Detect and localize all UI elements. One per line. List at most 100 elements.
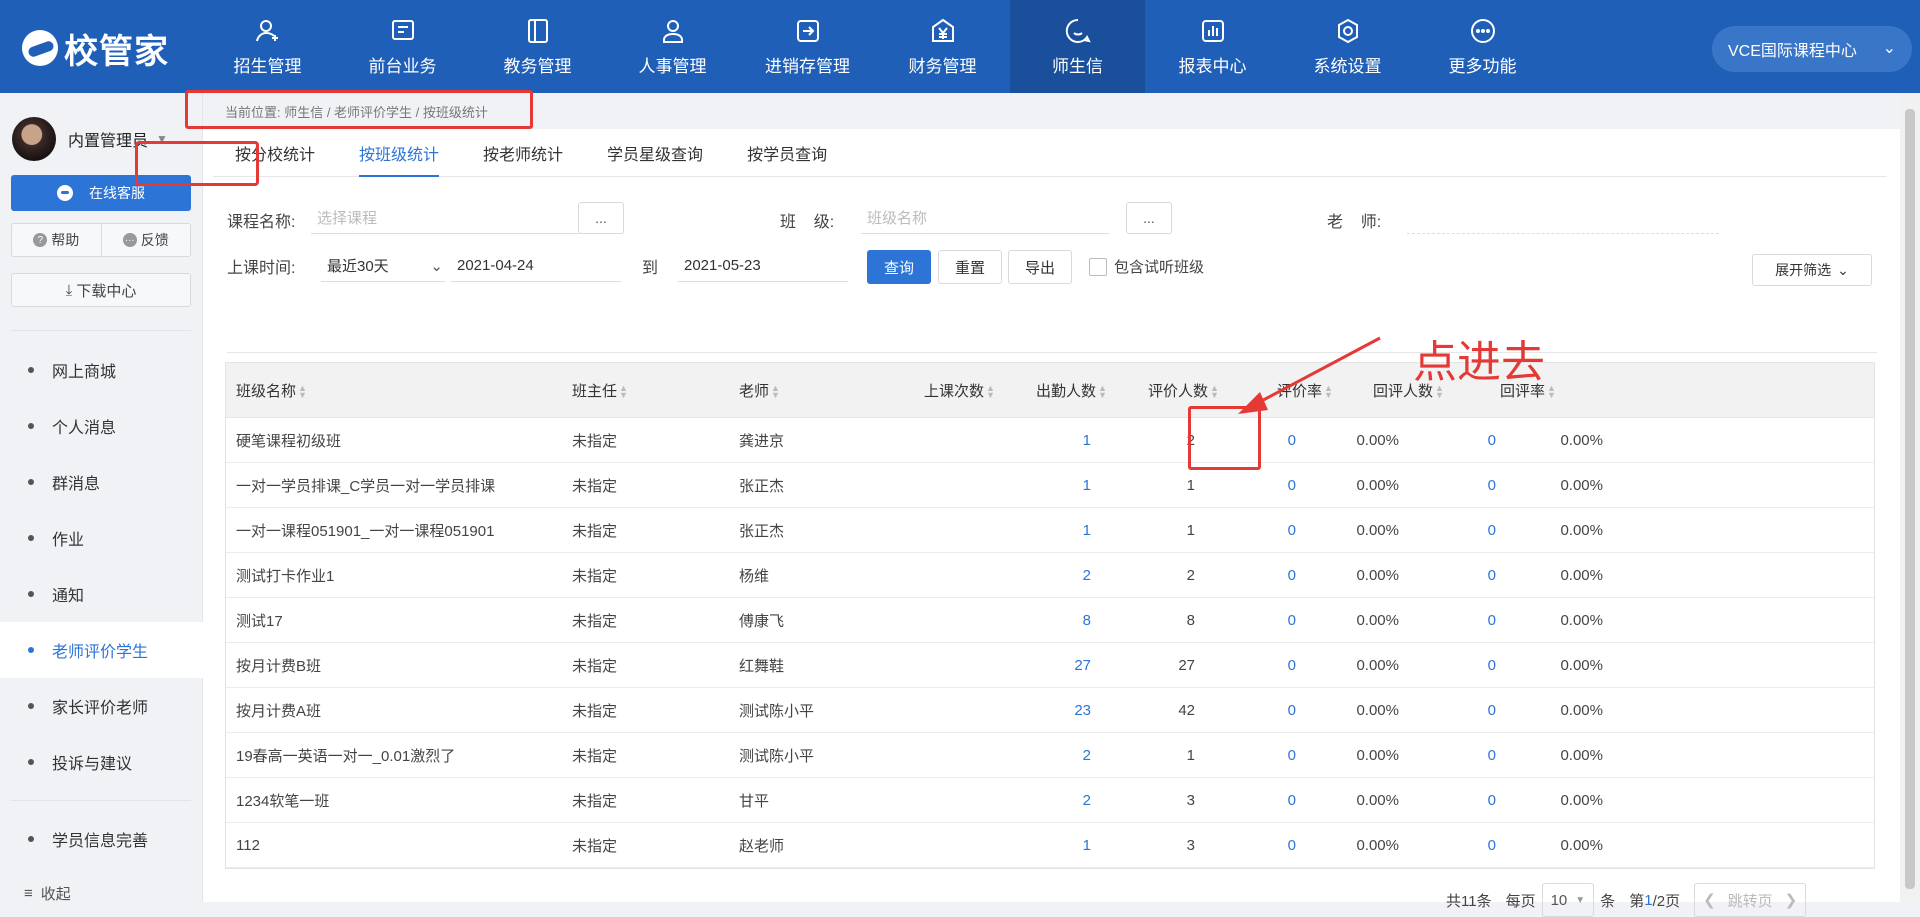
course-picker-button[interactable]: ...: [578, 202, 624, 234]
sidebar-item-student-info[interactable]: 学员信息完善: [0, 811, 203, 867]
nav-item-reports[interactable]: 报表中心: [1145, 0, 1280, 93]
app-logo[interactable]: 校管家: [22, 28, 169, 71]
header-class-name[interactable]: 班级名称 ▲ ▼: [236, 380, 307, 401]
expand-filter-button[interactable]: 展开筛选 ⌄: [1752, 254, 1872, 286]
cell-reply-count[interactable]: 0: [1436, 837, 1496, 854]
cell-reply-count[interactable]: 0: [1436, 567, 1496, 584]
teacher-input[interactable]: [1407, 202, 1719, 234]
sidebar-item-complaints[interactable]: 投诉与建议: [0, 734, 203, 790]
cell-lesson-count[interactable]: 1: [1031, 837, 1091, 854]
header-attendance[interactable]: 出勤人数 ▲ ▼: [1036, 380, 1107, 401]
cell-evaluation-rate: 0.00%: [1356, 521, 1399, 539]
cell-evaluated-count[interactable]: 0: [1236, 747, 1296, 764]
header-head-teacher[interactable]: 班主任 ▲ ▼: [572, 380, 628, 401]
help-button[interactable]: ? 帮助: [12, 224, 101, 256]
sidebar-item-mall[interactable]: 网上商城: [0, 342, 203, 398]
nav-item-more[interactable]: 更多功能: [1415, 0, 1550, 93]
cell-lesson-count[interactable]: 23: [1031, 702, 1091, 719]
nav-item-front-desk[interactable]: 前台业务: [335, 0, 470, 93]
jump-page-input[interactable]: 跳转页: [1728, 890, 1773, 911]
scrollbar-thumb[interactable]: [1905, 109, 1915, 889]
cell-attendance: 42: [1178, 701, 1195, 719]
time-range-select[interactable]: 最近30天 ⌄: [321, 250, 445, 282]
class-picker-button[interactable]: ...: [1126, 202, 1172, 234]
more-icon: [1468, 16, 1498, 46]
query-button[interactable]: 查询: [867, 250, 931, 284]
sidebar-item-group-messages[interactable]: 群消息: [0, 454, 203, 510]
sidebar-item-messages[interactable]: 个人消息: [0, 398, 203, 454]
cell-lesson-count[interactable]: 2: [1031, 792, 1091, 809]
table-row: 1234软笔一班 未指定 甘平 2 3 0 0.00% 0 0.00%: [226, 778, 1874, 823]
include-trial-checkbox[interactable]: [1089, 258, 1107, 276]
cell-evaluated-count[interactable]: 0: [1236, 837, 1296, 854]
cell-reply-count[interactable]: 0: [1436, 792, 1496, 809]
cell-lesson-count[interactable]: 1: [1031, 432, 1091, 449]
cell-evaluation-rate: 0.00%: [1356, 836, 1399, 854]
tab-by-class[interactable]: 按班级统计: [337, 129, 461, 177]
bullet-icon: [28, 703, 34, 709]
cell-reply-count[interactable]: 0: [1436, 432, 1496, 449]
settings-icon: [1333, 16, 1363, 46]
cell-reply-count[interactable]: 0: [1436, 477, 1496, 494]
feedback-button[interactable]: ··· 反馈: [100, 224, 191, 256]
cell-teacher: 甘平: [739, 792, 770, 810]
sidebar-item-homework[interactable]: 作业: [0, 510, 203, 566]
next-page-icon[interactable]: ❯: [1785, 891, 1798, 909]
header-lesson-count[interactable]: 上课次数 ▲ ▼: [924, 380, 995, 401]
book-icon: [523, 16, 553, 46]
download-center-button[interactable]: ⤓ 下载中心: [11, 273, 191, 307]
cell-evaluated-count[interactable]: 0: [1236, 612, 1296, 629]
cell-teacher: 红舞鞋: [739, 657, 785, 675]
cell-teacher: 张正杰: [739, 522, 785, 540]
cell-attendance: 1: [1186, 746, 1195, 764]
prev-page-icon[interactable]: ❮: [1703, 891, 1716, 909]
sidebar-item-parent-evaluate-teacher[interactable]: 家长评价老师: [0, 678, 203, 734]
nav-item-inventory[interactable]: 进销存管理: [740, 0, 875, 93]
nav-item-finance[interactable]: 财务管理: [875, 0, 1010, 93]
cell-reply-count[interactable]: 0: [1436, 522, 1496, 539]
header-teacher[interactable]: 老师 ▲ ▼: [739, 380, 780, 401]
class-input[interactable]: 班级名称: [861, 202, 1109, 234]
nav-item-enrollment[interactable]: 招生管理: [200, 0, 335, 93]
cell-evaluated-count[interactable]: 0: [1236, 657, 1296, 674]
cell-reply-count[interactable]: 0: [1436, 747, 1496, 764]
cell-lesson-count[interactable]: 27: [1031, 657, 1091, 674]
annotation-arrow-icon: [1238, 336, 1381, 414]
cell-evaluated-count[interactable]: 0: [1236, 792, 1296, 809]
table-row: 19春高一英语一对一_0.01激烈了 未指定 测试陈小平 2 1 0 0.00% 0 0.00%: [226, 733, 1874, 778]
nav-item-teacher-student[interactable]: 师生信: [1010, 0, 1145, 93]
page-size-select[interactable]: 10 ▼: [1541, 883, 1595, 917]
scrollbar[interactable]: [1900, 93, 1920, 902]
tab-student-star[interactable]: 学员星级查询: [585, 129, 725, 177]
cell-evaluated-count[interactable]: 0: [1236, 567, 1296, 584]
nav-item-settings[interactable]: 系统设置: [1280, 0, 1415, 93]
cell-lesson-count[interactable]: 1: [1031, 522, 1091, 539]
sidebar-item-teacher-evaluate-student[interactable]: 老师评价学生: [0, 622, 203, 678]
cell-reply-count[interactable]: 0: [1436, 657, 1496, 674]
header-evaluated-count[interactable]: 评价人数 ▲ ▼: [1148, 380, 1219, 401]
date-to-input[interactable]: 2021-05-23: [678, 250, 848, 282]
cell-evaluated-count[interactable]: 0: [1236, 702, 1296, 719]
cell-lesson-count[interactable]: 2: [1031, 747, 1091, 764]
table-row: 测试17 未指定 傅康飞 8 8 0 0.00% 0 0.00%: [226, 598, 1874, 643]
cell-evaluated-count[interactable]: 0: [1236, 477, 1296, 494]
collapse-button[interactable]: ≡ 收起: [24, 883, 71, 904]
nav-item-hr[interactable]: 人事管理: [605, 0, 740, 93]
cell-reply-count[interactable]: 0: [1436, 612, 1496, 629]
cell-evaluation-rate: 0.00%: [1356, 476, 1399, 494]
cell-reply-count[interactable]: 0: [1436, 702, 1496, 719]
sidebar-item-notice[interactable]: 通知: [0, 566, 203, 622]
cell-lesson-count[interactable]: 2: [1031, 567, 1091, 584]
campus-selector[interactable]: VCE国际课程中心 ⌄: [1712, 26, 1912, 72]
tab-by-student[interactable]: 按学员查询: [725, 129, 849, 177]
cell-lesson-count[interactable]: 1: [1031, 477, 1091, 494]
cell-lesson-count[interactable]: 8: [1031, 612, 1091, 629]
nav-item-academic[interactable]: 教务管理: [470, 0, 605, 93]
export-button[interactable]: 导出: [1008, 250, 1072, 284]
reset-button[interactable]: 重置: [938, 250, 1002, 284]
tab-by-teacher[interactable]: 按老师统计: [461, 129, 585, 177]
course-input[interactable]: 选择课程: [311, 202, 579, 234]
sidebar-menu: 网上商城 个人消息 群消息 作业 通知 老师评价学生 家长评价老师 投诉与建议 …: [0, 342, 203, 867]
date-from-input[interactable]: 2021-04-24: [451, 250, 621, 282]
cell-evaluated-count[interactable]: 0: [1236, 522, 1296, 539]
